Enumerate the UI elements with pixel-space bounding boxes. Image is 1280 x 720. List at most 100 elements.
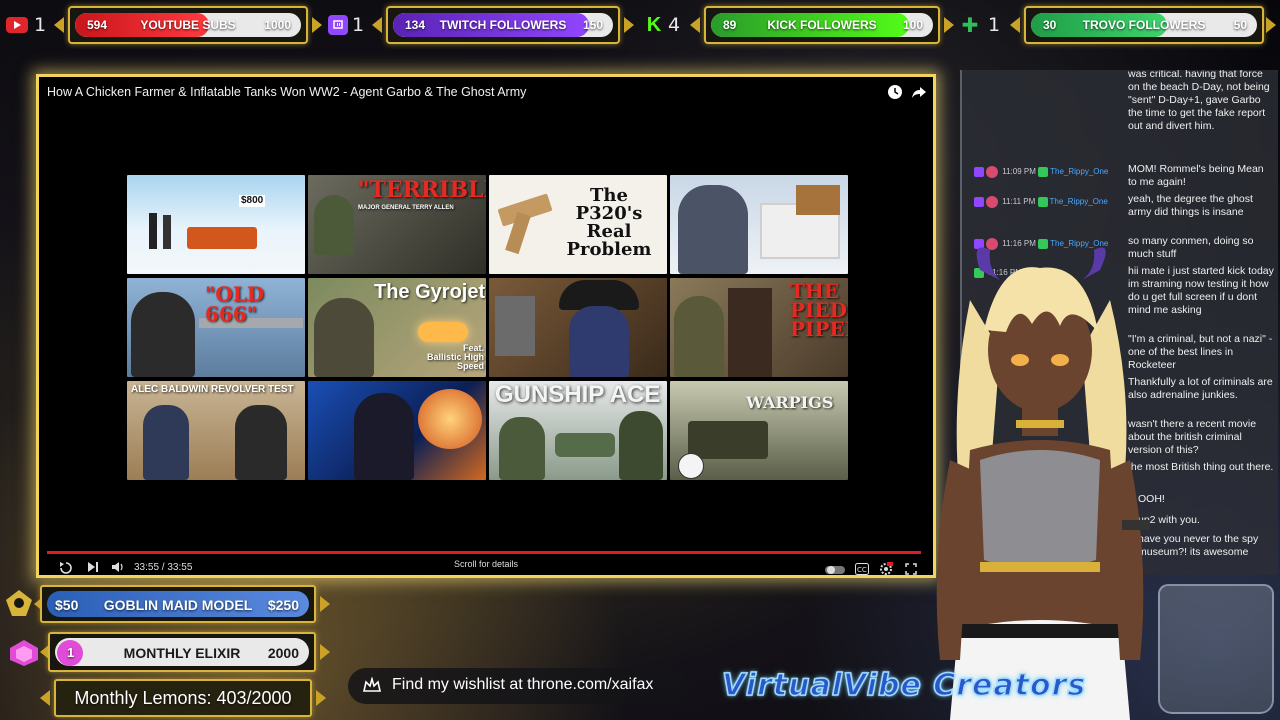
- arrow-right-icon: [1266, 17, 1276, 33]
- goal-bar: 1 594 YOUTUBE SUBS 1000 1 134 TWITCH FOL…: [0, 0, 1280, 50]
- person-shape: [163, 215, 171, 249]
- chat-timestamp: 11:11 PM: [1002, 197, 1036, 207]
- scroll-for-details[interactable]: Scroll for details: [39, 559, 933, 569]
- goblin-goal-frame: $50 GOBLIN MAID MODEL $250: [40, 585, 316, 623]
- arrow-right-icon: [320, 644, 330, 660]
- arrow-left-icon: [372, 17, 382, 33]
- helicopter-shape: [555, 433, 615, 457]
- chat-message: MOM! Rommel's being Mean to me again!: [1128, 163, 1264, 188]
- arrow-left-icon: [54, 17, 64, 33]
- thumbnail-text: The P320's Real Problem: [566, 185, 652, 260]
- thumbnail[interactable]: [489, 278, 667, 377]
- chat-meta: 11:09 PM The_Rippy_One: [974, 166, 1108, 178]
- moderator-badge-icon: [1037, 197, 1048, 207]
- thumbnail[interactable]: GUNSHIP ACE: [489, 381, 667, 480]
- arrow-left-icon: [40, 690, 50, 706]
- youtube-goal-frame: 594 YOUTUBE SUBS 1000: [68, 6, 308, 44]
- arrow-left-icon: [1010, 17, 1020, 33]
- lemons-goal-label: Monthly Lemons: 403/2000: [74, 688, 292, 708]
- thumbnail[interactable]: THE PIED PIPER: [670, 278, 848, 377]
- trovo-icon: ✚: [961, 14, 979, 37]
- moderator-badge-icon: [1038, 167, 1049, 177]
- end-screen-grid: $800 "TERRIBLE" MAJOR GENERAL TERRY ALLE…: [127, 175, 849, 481]
- trovo-count: 1: [988, 14, 1001, 36]
- chat-username[interactable]: The_Rippy_One: [1050, 167, 1108, 176]
- twitch-badge-icon: [974, 167, 984, 177]
- elixir-icon: [6, 638, 42, 668]
- twitch-count: 1: [352, 14, 365, 36]
- trovo-goal-frame: 30 TROVO FOLLOWERS 50: [1024, 6, 1264, 44]
- person-shape: [569, 306, 629, 377]
- user-avatar: [986, 196, 998, 208]
- youtube-count: 1: [34, 14, 47, 36]
- autoplay-toggle-icon[interactable]: [825, 562, 845, 574]
- goblin-goal-pill: $50 GOBLIN MAID MODEL $250: [47, 591, 309, 617]
- twitch-goal-frame: 134 TWITCH FOLLOWERS 150: [386, 6, 620, 44]
- settings-icon[interactable]: [879, 562, 893, 575]
- wishlist-banner[interactable]: Find my wishlist at throne.com/xaifax: [348, 668, 688, 704]
- thumbnail-subtext: Feat. Ballistic High Speed: [426, 343, 484, 371]
- person-shape: [728, 288, 772, 377]
- chat-timestamp: 11:09 PM: [1002, 167, 1036, 177]
- arrow-right-icon: [624, 17, 634, 33]
- elixir-goal-track: 1 MONTHLY ELIXIR 2000: [55, 638, 309, 666]
- channel-logo-icon: [678, 453, 704, 479]
- thumbnail-text: ALEC BALDWIN REVOLVER TEST: [131, 384, 294, 395]
- share-icon[interactable]: [911, 84, 927, 100]
- kick-goal: K 4 89 KICK FOLLOWERS 100: [644, 6, 954, 44]
- arrow-right-icon: [944, 17, 954, 33]
- person-shape: [314, 298, 374, 377]
- muzzle-flash-shape: [418, 322, 468, 342]
- elixir-goal-frame: 1 MONTHLY ELIXIR 2000: [48, 632, 316, 672]
- captions-icon[interactable]: CC: [855, 562, 869, 575]
- crate-shape: [495, 296, 535, 356]
- glass-cup: [1158, 584, 1274, 714]
- youtube-goal: 1 594 YOUTUBE SUBS 1000: [6, 6, 322, 44]
- chat-message: was critical. having that force on the b…: [1128, 70, 1270, 132]
- video-title[interactable]: How A Chicken Farmer & Inflatable Tanks …: [47, 85, 526, 99]
- kick-goal-track: 89 KICK FOLLOWERS 100: [711, 13, 933, 37]
- youtube-goal-max: 1000: [264, 18, 291, 32]
- chat-meta: 11:11 PM The_Rippy_One: [974, 196, 1108, 208]
- thumbnail[interactable]: The P320's Real Problem: [489, 175, 667, 274]
- video-controls: 33:55 / 33:55 Scroll for details CC: [39, 559, 933, 577]
- trovo-goal-max: 50: [1233, 18, 1247, 32]
- thumbnail[interactable]: ALEC BALDWIN REVOLVER TEST: [127, 381, 305, 480]
- thumbnail[interactable]: [308, 381, 486, 480]
- trovo-goal-label: TROVO FOLLOWERS: [1082, 18, 1206, 32]
- video-progress-bar[interactable]: [47, 551, 921, 554]
- thumbnail-text: WARPIGS: [746, 393, 834, 412]
- twitch-goal-track: 134 TWITCH FOLLOWERS 150: [393, 13, 613, 37]
- person-shape: [674, 296, 724, 377]
- arrow-left-icon: [690, 17, 700, 33]
- thumbnail[interactable]: $800: [127, 175, 305, 274]
- watch-later-icon[interactable]: [887, 84, 903, 100]
- goblin-goal-right: $250: [267, 597, 299, 613]
- elixir-goal-right: 2000: [267, 645, 299, 661]
- thumbnail[interactable]: [670, 175, 848, 274]
- video-player[interactable]: How A Chicken Farmer & Inflatable Tanks …: [36, 74, 936, 578]
- thumbnail-text: "OLD 666": [205, 282, 265, 326]
- chat-message: yeah, the degree the ghost army did thin…: [1128, 193, 1253, 218]
- arrow-right-icon: [320, 596, 330, 612]
- thumbnail[interactable]: "TERRIBLE" MAJOR GENERAL TERRY ALLEN: [308, 175, 486, 274]
- thumbnail-subtext: MAJOR GENERAL TERRY ALLEN: [358, 205, 454, 211]
- thumbnail[interactable]: "OLD 666": [127, 278, 305, 377]
- thumbnail[interactable]: WARPIGS: [670, 381, 848, 480]
- vtuber-avatar: [910, 240, 1170, 720]
- youtube-icon: [6, 17, 28, 33]
- youtube-goal-track: 594 YOUTUBE SUBS 1000: [75, 13, 301, 37]
- lemons-goal-frame: Monthly Lemons: 403/2000: [54, 679, 312, 717]
- soldier-shape: [314, 195, 354, 255]
- svg-text:CC: CC: [857, 566, 867, 574]
- kick-count: 4: [668, 14, 681, 36]
- kick-goal-max: 100: [902, 18, 923, 32]
- thumbnail[interactable]: The Gyrojet Feat. Ballistic High Speed: [308, 278, 486, 377]
- twitch-goal-label: TWITCH FOLLOWERS: [439, 18, 567, 32]
- wishlist-text[interactable]: Find my wishlist at throne.com/xaifax: [392, 676, 653, 694]
- crown-icon: [362, 676, 382, 695]
- twitch-goal-max: 150: [582, 18, 603, 32]
- chat-username[interactable]: The_Rippy_One: [1050, 197, 1108, 206]
- twitch-goal: 1 134 TWITCH FOLLOWERS 150: [326, 6, 634, 44]
- thumbnail-text: THE PIED PIPER: [790, 279, 848, 341]
